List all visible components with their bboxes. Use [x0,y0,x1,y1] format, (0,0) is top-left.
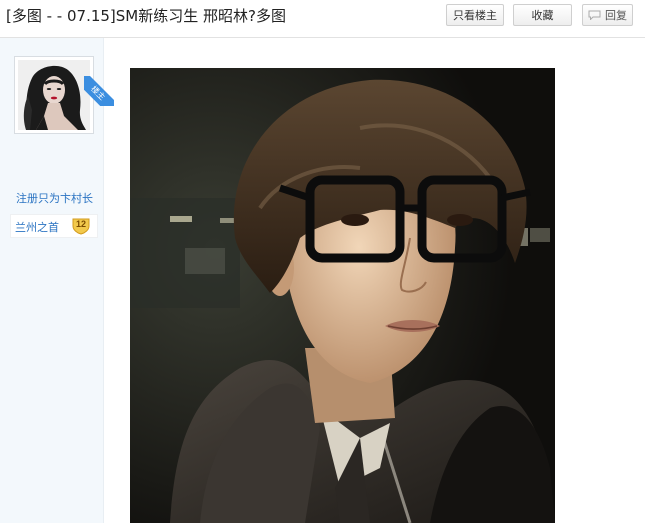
speech-bubble-icon [588,10,601,21]
thread-header: [多图 - - 07.15]SM新练习生 邢昭林?多图 只看楼主 收藏 回复 [0,0,645,36]
rank-title[interactable]: 兰州之首 [15,219,59,235]
rank-box: 兰州之首 12 [10,214,98,238]
level-number: 12 [75,219,86,229]
reply-label: 回复 [605,9,627,22]
op-ribbon: 楼主 [84,76,114,106]
author-username[interactable]: 注册只为卞村长 [16,190,93,206]
favorite-label: 收藏 [531,9,554,22]
author-panel: 楼主 注册只为卞村长 兰州之首 12 [0,38,114,523]
only-op-button[interactable]: 只看楼主 [446,4,504,26]
favorite-button[interactable]: 收藏 [513,4,572,26]
post-image[interactable] [130,68,555,523]
avatar[interactable] [14,56,94,134]
thread-title: [多图 - - 07.15]SM新练习生 邢昭林?多图 [6,7,286,25]
portrait-photo [130,68,555,523]
only-op-label: 只看楼主 [453,9,497,22]
shield-badge-icon: 12 [71,217,91,235]
avatar-image [18,60,90,130]
reply-button[interactable]: 回复 [582,4,633,26]
op-badge: 楼主 [84,76,114,106]
